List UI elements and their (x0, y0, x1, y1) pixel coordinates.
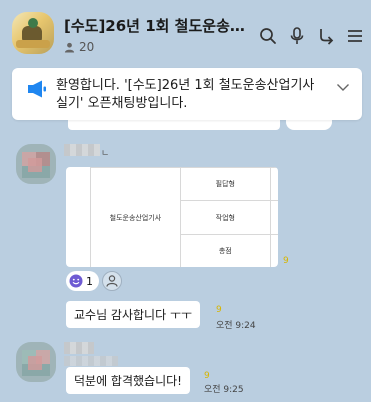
unread-count: 9 (216, 305, 222, 315)
share-icon[interactable] (316, 26, 336, 46)
smile-reaction-icon (69, 274, 83, 288)
sender-avatar[interactable] (16, 144, 56, 184)
table-subject: 철도운송산업기사 (90, 167, 181, 267)
unread-count: 9 (283, 256, 289, 266)
sender-name (64, 356, 118, 366)
search-icon[interactable] (258, 26, 278, 46)
person-icon (64, 42, 75, 53)
table-row-label: 총점 (179, 234, 271, 267)
reaction-count: 1 (86, 274, 93, 288)
member-count-label: 20 (79, 40, 95, 54)
reaction-badge[interactable]: 1 (66, 271, 99, 291)
table-row-value: 22 (269, 200, 278, 235)
image-message[interactable]: 철도운송산업기사 필답형 작업형 22 총점 (66, 167, 278, 267)
add-reaction-button[interactable] (102, 271, 122, 291)
message-time: 오전 9:25 (204, 385, 244, 395)
sender-name (64, 144, 100, 156)
message-bubble[interactable]: 교수님 감사합니다 ㅜㅜ (66, 301, 201, 328)
chevron-down-icon[interactable] (336, 80, 350, 94)
unread-count: 9 (204, 371, 210, 381)
add-reaction-icon (106, 275, 118, 287)
chat-header: [수도]26년 1회 철도운송... 20 (0, 0, 371, 62)
sender-name (64, 342, 94, 354)
menu-icon[interactable] (345, 26, 365, 46)
table-row-value (269, 167, 278, 201)
message-time: 오전 9:24 (216, 321, 256, 331)
room-title[interactable]: [수도]26년 1회 철도운송... (64, 15, 246, 36)
table-row-label: 필답형 (179, 167, 271, 201)
table-row-value (269, 234, 278, 267)
megaphone-icon (28, 80, 46, 98)
sender-name-suffix: ㄴ (101, 149, 110, 159)
notice-banner[interactable]: 환영합니다. '[수도]26년 1회 철도운송산업기사 실기' 오픈채팅방입니다… (12, 68, 362, 120)
member-count[interactable]: 20 (64, 40, 94, 54)
room-avatar[interactable] (12, 12, 54, 54)
sender-avatar[interactable] (16, 342, 56, 382)
score-table: 철도운송산업기사 필답형 작업형 22 총점 (90, 167, 278, 267)
table-row-label: 작업형 (179, 200, 271, 235)
mic-icon[interactable] (287, 26, 307, 46)
message-bubble[interactable]: 덕분에 합격했습니다! (66, 367, 190, 394)
notice-text: 환영합니다. '[수도]26년 1회 철도운송산업기사 실기' 오픈채팅방입니다… (56, 78, 315, 111)
